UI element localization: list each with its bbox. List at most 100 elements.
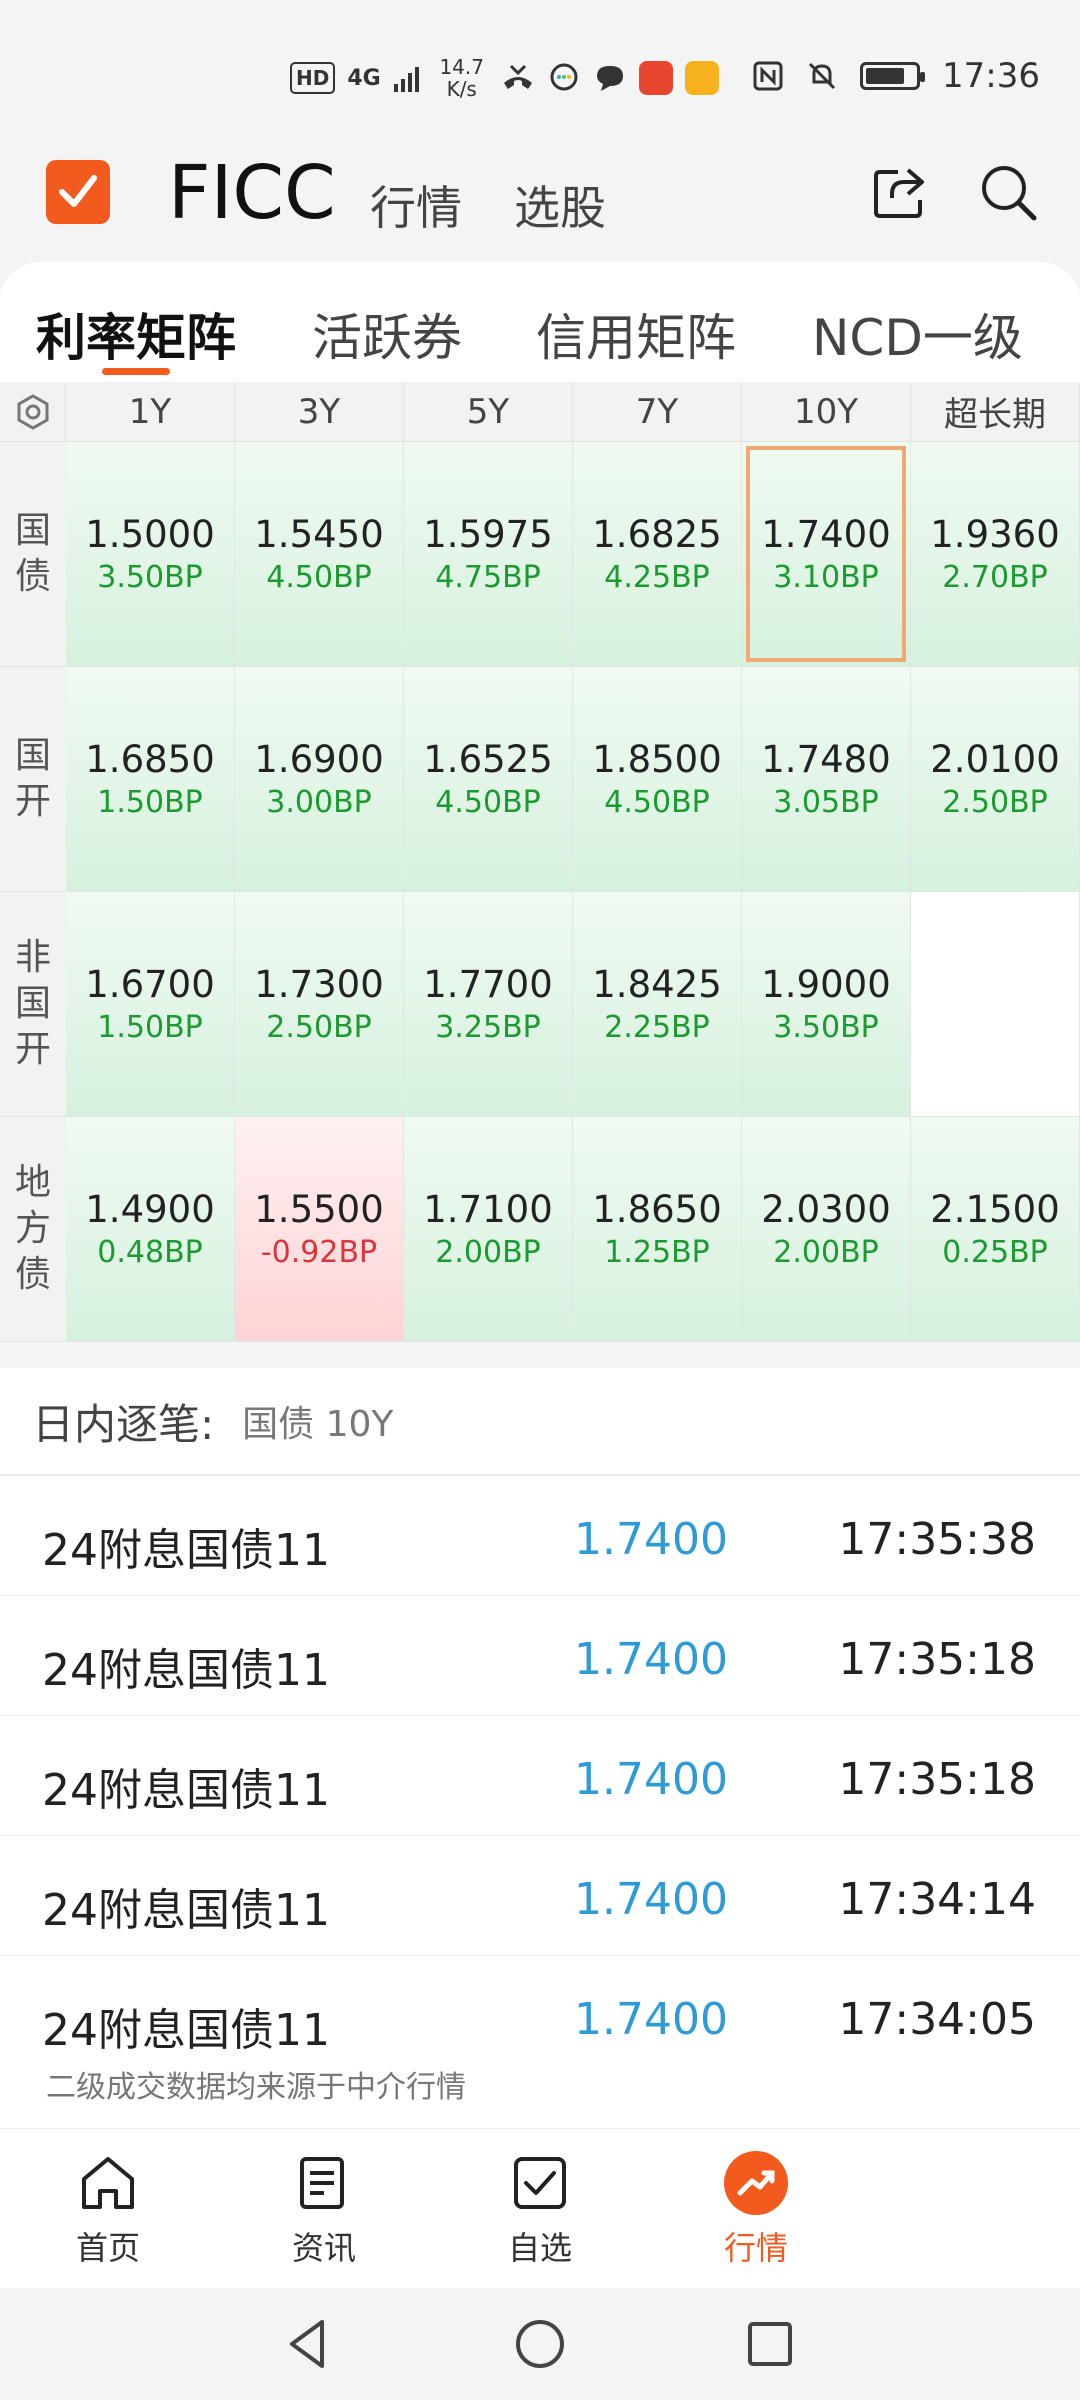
cell-value: 1.5975 bbox=[423, 513, 553, 556]
share-icon[interactable] bbox=[868, 160, 932, 224]
cell-value: 1.7400 bbox=[761, 513, 891, 556]
cell-change: 2.00BP bbox=[435, 1235, 541, 1270]
column-header[interactable]: 10Y bbox=[742, 382, 911, 442]
trade-row[interactable]: 24附息国债11 1.7400 17:34:05 bbox=[0, 1956, 1080, 2076]
trade-price: 1.7400 bbox=[574, 1754, 728, 1805]
trade-row[interactable]: 24附息国债11 1.7400 17:34:14 bbox=[0, 1836, 1080, 1956]
intraday-header: 日内逐笔: 国债 10Y bbox=[0, 1368, 1080, 1476]
nav-label: 行情 bbox=[723, 2229, 788, 2267]
speed-unit: K/s bbox=[446, 77, 477, 101]
matrix-cell-selected[interactable]: 1.7400 3.10BP bbox=[742, 442, 911, 667]
trade-row[interactable]: 24附息国债11 1.7400 17:35:18 bbox=[0, 1716, 1080, 1836]
market-icon bbox=[724, 2151, 788, 2215]
cell-value: 1.6900 bbox=[254, 738, 384, 781]
trade-time: 17:34:05 bbox=[838, 1994, 1036, 2045]
matrix-cell[interactable]: 1.6700 1.50BP bbox=[66, 892, 235, 1117]
matrix-cell[interactable]: 1.6825 4.25BP bbox=[573, 442, 742, 667]
matrix-cell[interactable]: 1.9000 3.50BP bbox=[742, 892, 911, 1117]
matrix-cell[interactable]: 1.5975 4.75BP bbox=[404, 442, 573, 667]
cell-value: 1.6850 bbox=[85, 738, 215, 781]
settings-hex-icon[interactable] bbox=[0, 382, 66, 442]
column-header[interactable]: 超长期 bbox=[911, 382, 1080, 442]
matrix-cell[interactable]: 1.6850 1.50BP bbox=[66, 667, 235, 892]
trade-name: 24附息国债11 bbox=[42, 1525, 330, 1576]
matrix-cell[interactable]: 1.6900 3.00BP bbox=[235, 667, 404, 892]
trade-row[interactable]: 24附息国债11 1.7400 17:35:38 bbox=[0, 1476, 1080, 1596]
back-icon[interactable] bbox=[276, 2312, 340, 2376]
cell-change: 1.50BP bbox=[97, 785, 203, 820]
matrix-cell[interactable]: 1.5500 -0.92BP bbox=[235, 1117, 404, 1342]
trade-time: 17:35:38 bbox=[838, 1514, 1036, 1565]
column-header[interactable]: 5Y bbox=[404, 382, 573, 442]
matrix-cell[interactable]: 1.5000 3.50BP bbox=[66, 442, 235, 667]
search-icon[interactable] bbox=[976, 160, 1040, 224]
matrix-cell[interactable]: 1.9360 2.70BP bbox=[911, 442, 1080, 667]
app-notification-icon-2 bbox=[684, 61, 719, 95]
column-header[interactable]: 7Y bbox=[573, 382, 742, 442]
cell-change: 2.70BP bbox=[942, 560, 1048, 595]
matrix-cell[interactable]: 1.8425 2.25BP bbox=[573, 892, 742, 1117]
tab-bar: 利率矩阵 活跃券 信用矩阵 NCD一级 bbox=[0, 262, 1080, 382]
intraday-title: 日内逐笔: bbox=[32, 1399, 215, 1449]
tab-active-bonds[interactable]: 活跃券 bbox=[312, 298, 462, 370]
cell-change: 1.50BP bbox=[97, 1010, 203, 1045]
matrix-cell[interactable]: 1.5450 4.50BP bbox=[235, 442, 404, 667]
trade-name: 24附息国债11 bbox=[42, 1645, 330, 1696]
app-logo-icon bbox=[46, 160, 110, 224]
nav-home[interactable]: 首页 bbox=[38, 2151, 178, 2269]
system-nav-bar bbox=[0, 2288, 1080, 2400]
matrix-cell[interactable]: 2.0100 2.50BP bbox=[911, 667, 1080, 892]
cell-value: 1.5450 bbox=[254, 513, 384, 556]
cell-change: 3.50BP bbox=[773, 1010, 879, 1045]
cell-value: 1.9000 bbox=[761, 963, 891, 1006]
trade-price: 1.7400 bbox=[574, 1634, 728, 1685]
nav-news[interactable]: 资讯 bbox=[254, 2151, 394, 2269]
cell-change: 3.25BP bbox=[435, 1010, 541, 1045]
home-circle-icon[interactable] bbox=[508, 2312, 572, 2376]
matrix-cell[interactable]: 1.8500 4.50BP bbox=[573, 667, 742, 892]
matrix-cell[interactable]: 1.7700 3.25BP bbox=[404, 892, 573, 1117]
nav-market[interactable]: 行情 bbox=[370, 172, 462, 238]
trade-row[interactable]: 24附息国债11 1.7400 17:35:18 bbox=[0, 1596, 1080, 1716]
matrix-cell[interactable]: 2.0300 2.00BP bbox=[742, 1117, 911, 1342]
status-bar: HD 4G 14.7 K/s 17:36 bbox=[0, 0, 1080, 140]
column-header[interactable]: 3Y bbox=[235, 382, 404, 442]
cell-value: 1.5500 bbox=[254, 1188, 384, 1231]
tab-ncd-primary[interactable]: NCD一级 bbox=[812, 298, 1023, 370]
matrix-cell[interactable]: 1.8650 1.25BP bbox=[573, 1117, 742, 1342]
matrix-cell[interactable]: 2.1500 0.25BP bbox=[911, 1117, 1080, 1342]
tab-rate-matrix[interactable]: 利率矩阵 bbox=[36, 298, 236, 370]
recents-icon[interactable] bbox=[738, 2312, 802, 2376]
trade-name: 24附息国债11 bbox=[42, 1885, 330, 1936]
app-notification-icon bbox=[638, 61, 673, 95]
cell-change: 2.50BP bbox=[942, 785, 1048, 820]
bottom-nav: 首页 资讯 自选 行情 bbox=[0, 2128, 1080, 2288]
matrix-cell[interactable]: 1.7300 2.50BP bbox=[235, 892, 404, 1117]
cell-value: 2.0100 bbox=[930, 738, 1060, 781]
missed-call-icon bbox=[503, 64, 532, 89]
nav-stock-picker[interactable]: 选股 bbox=[514, 172, 606, 238]
matrix-cell[interactable]: 1.4900 0.48BP bbox=[66, 1117, 235, 1342]
cell-change: -0.92BP bbox=[260, 1235, 378, 1270]
matrix-cell[interactable]: 1.7100 2.00BP bbox=[404, 1117, 573, 1342]
rate-matrix-table: 1Y 3Y 5Y 7Y 10Y 超长期 国债 1.5000 3.50BP 1.54… bbox=[0, 382, 1080, 1342]
cell-change: 3.10BP bbox=[773, 560, 879, 595]
cell-change: 4.50BP bbox=[604, 785, 710, 820]
status-time: 17:36 bbox=[942, 56, 1040, 96]
cell-change: 1.25BP bbox=[604, 1235, 710, 1270]
data-source-note: 二级成交数据均来源于中介行情 bbox=[46, 2070, 466, 2105]
tab-credit-matrix[interactable]: 信用矩阵 bbox=[536, 298, 736, 370]
cell-change: 2.50BP bbox=[266, 1010, 372, 1045]
nav-market-active[interactable]: 行情 bbox=[686, 2151, 826, 2269]
matrix-cell[interactable]: 1.7480 3.05BP bbox=[742, 667, 911, 892]
message-icon bbox=[596, 66, 623, 91]
matrix-row: 地方债 1.4900 0.48BP 1.5500 -0.92BP 1.7100 2.0… bbox=[0, 1117, 1080, 1342]
column-header[interactable]: 1Y bbox=[66, 382, 235, 442]
network-speed: 14.7 K/s bbox=[435, 56, 489, 100]
nav-watchlist[interactable]: 自选 bbox=[470, 2151, 610, 2269]
matrix-cell[interactable]: 1.6525 4.50BP bbox=[404, 667, 573, 892]
matrix-header-row: 1Y 3Y 5Y 7Y 10Y 超长期 bbox=[0, 382, 1080, 442]
nfc-icon bbox=[753, 61, 783, 91]
cell-value: 1.8650 bbox=[592, 1188, 722, 1231]
home-icon bbox=[82, 2157, 134, 2209]
